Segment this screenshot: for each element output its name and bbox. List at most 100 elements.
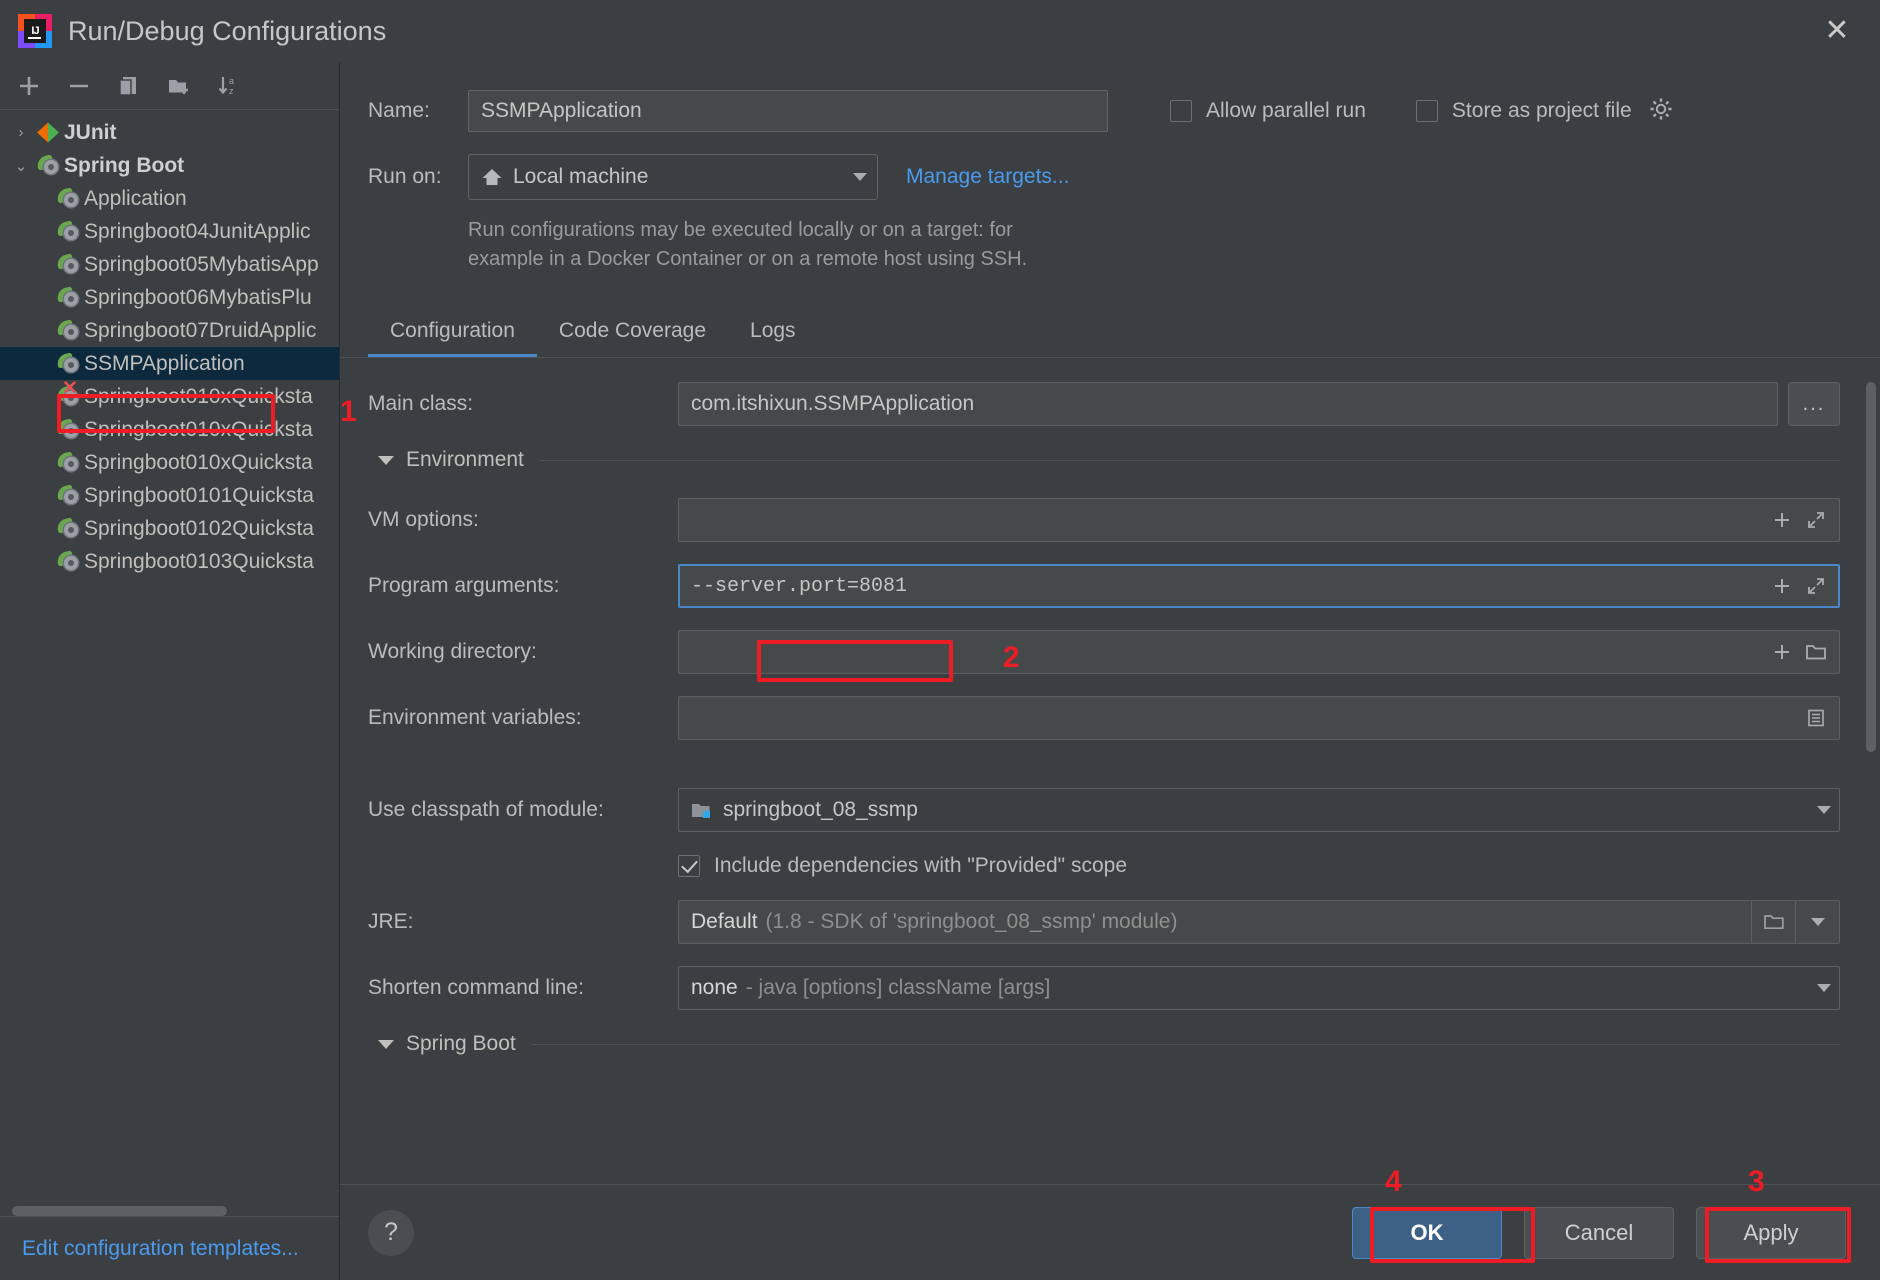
tree-group-spring-boot[interactable]: ⌄ Spring Boot xyxy=(0,149,339,182)
svg-text:z: z xyxy=(229,86,234,96)
tree-item-label: Application xyxy=(84,186,187,210)
help-icon[interactable]: ? xyxy=(368,1209,414,1256)
add-configuration-button[interactable] xyxy=(14,71,44,101)
plus-icon[interactable] xyxy=(1765,576,1799,596)
tree-item-springboot0102quickstart[interactable]: Springboot0102Quicksta xyxy=(0,512,339,545)
plus-icon[interactable] xyxy=(1765,642,1799,662)
tab-code-coverage[interactable]: Code Coverage xyxy=(537,319,728,357)
tree-item-springboot04junit[interactable]: Springboot04JunitApplic xyxy=(0,215,339,248)
dialog-body: a z › JUnit ⌄ Spring Boot Application Sp… xyxy=(0,62,1880,1280)
tree-item-label: Springboot04JunitApplic xyxy=(84,219,311,243)
checkbox-box xyxy=(1170,100,1192,122)
chevron-down-icon xyxy=(1817,806,1831,814)
intellij-logo-icon: IJ xyxy=(18,14,52,48)
list-icon[interactable] xyxy=(1799,708,1833,728)
tab-logs[interactable]: Logs xyxy=(728,319,818,357)
section-divider xyxy=(539,459,1840,461)
gear-icon[interactable] xyxy=(1648,96,1674,127)
run-on-description-line-1: Run configurations may be executed local… xyxy=(468,219,1013,241)
new-folder-button[interactable] xyxy=(164,71,194,101)
tree-item-springboot0103quickstart[interactable]: Springboot0103Quicksta xyxy=(0,545,339,578)
twisty-icon[interactable]: › xyxy=(8,124,34,141)
tree-item-application[interactable]: Application xyxy=(0,182,339,215)
plus-icon[interactable] xyxy=(1765,510,1799,530)
tree-item-springboot0101quickstart[interactable]: Springboot0101Quicksta xyxy=(0,479,339,512)
tree-horizontal-scrollbar[interactable] xyxy=(12,1206,227,1216)
spring-boot-icon xyxy=(54,219,84,243)
jre-dropdown[interactable]: Default (1.8 - SDK of 'springboot_08_ssm… xyxy=(678,900,1840,944)
jre-label: JRE: xyxy=(368,910,414,933)
tree-item-label: Springboot0101Quicksta xyxy=(84,483,314,507)
ok-button[interactable]: OK xyxy=(1352,1206,1502,1259)
classpath-module-dropdown[interactable]: springboot_08_ssmp xyxy=(678,788,1840,832)
run-on-dropdown[interactable]: Local machine xyxy=(468,154,878,200)
tree-item-springboot06mybatisplus[interactable]: Springboot06MybatisPlu xyxy=(0,281,339,314)
configurations-tree[interactable]: › JUnit ⌄ Spring Boot Application Spring… xyxy=(0,110,339,1216)
store-as-project-file-label: Store as project file xyxy=(1451,99,1632,122)
main-class-label: Main class: xyxy=(368,392,474,415)
cancel-button[interactable]: Cancel xyxy=(1524,1206,1674,1259)
include-provided-label: Include dependencies with "Provided" sco… xyxy=(714,854,1128,877)
working-directory-input[interactable] xyxy=(678,630,1840,674)
tree-group-junit[interactable]: › JUnit xyxy=(0,116,339,149)
folder-icon[interactable] xyxy=(1751,901,1795,943)
main-class-browse-button[interactable]: ... xyxy=(1788,382,1840,426)
classpath-module-row: Use classpath of module: springboot_08_s… xyxy=(368,788,1840,832)
spring-boot-icon xyxy=(54,450,84,474)
run-on-label: Run on: xyxy=(368,165,442,188)
twisty-icon[interactable]: ⌄ xyxy=(8,157,34,175)
spring-boot-icon: ✕ xyxy=(54,379,84,408)
spring-boot-icon xyxy=(54,351,84,375)
apply-button[interactable]: Apply xyxy=(1696,1206,1846,1259)
allow-parallel-run-checkbox[interactable]: Allow parallel run xyxy=(1170,99,1366,123)
tree-item-springboot010xquickstart-1[interactable]: ✕ Springboot010xQuicksta xyxy=(0,379,339,413)
spring-boot-section-label: Spring Boot xyxy=(406,1032,516,1055)
copy-configuration-button[interactable] xyxy=(114,71,144,101)
expand-icon[interactable] xyxy=(1799,576,1833,596)
name-input[interactable]: SSMPApplication xyxy=(468,90,1108,132)
spring-boot-icon xyxy=(54,483,84,507)
shorten-command-line-value: none xyxy=(691,976,738,999)
main-class-row: Main class: com.itshixun.SSMPApplication… xyxy=(368,382,1840,426)
jre-value-detail: (1.8 - SDK of 'springboot_08_ssmp' modul… xyxy=(765,910,1178,933)
configuration-vertical-scrollbar[interactable] xyxy=(1866,382,1876,752)
close-icon[interactable]: ✕ xyxy=(1816,10,1858,52)
dialog-title-bar: IJ Run/Debug Configurations ✕ xyxy=(0,0,1880,62)
junit-icon xyxy=(34,122,64,143)
tree-item-springboot07druid[interactable]: Springboot07DruidApplic xyxy=(0,314,339,347)
tree-item-springboot010xquickstart-3[interactable]: Springboot010xQuicksta xyxy=(0,446,339,479)
spring-boot-icon xyxy=(54,285,84,309)
vm-options-input[interactable] xyxy=(678,498,1840,542)
edit-configuration-templates-link[interactable]: Edit configuration templates... xyxy=(22,1237,299,1261)
chevron-down-icon[interactable] xyxy=(378,455,394,465)
configuration-scroll-area: Name: SSMPApplication Allow parallel run… xyxy=(340,62,1880,1184)
program-arguments-input[interactable]: --server.port=8081 xyxy=(678,564,1840,608)
include-provided-checkbox[interactable]: Include dependencies with "Provided" sco… xyxy=(678,854,1840,878)
tab-configuration[interactable]: Configuration xyxy=(368,319,537,357)
run-on-value: Local machine xyxy=(513,165,649,188)
tree-item-springboot05mybatis[interactable]: Springboot05MybatisApp xyxy=(0,248,339,281)
spring-boot-icon xyxy=(54,516,84,540)
shorten-command-line-row: Shorten command line: none - java [optio… xyxy=(368,966,1840,1010)
chevron-down-icon[interactable] xyxy=(1795,901,1839,943)
tree-item-springboot010xquickstart-2[interactable]: Springboot010xQuicksta xyxy=(0,413,339,446)
tree-item-ssmpapplication[interactable]: SSMPApplication xyxy=(0,347,339,380)
program-arguments-value: --server.port=8081 xyxy=(691,574,908,598)
main-class-input[interactable]: com.itshixun.SSMPApplication xyxy=(678,382,1778,426)
sort-alphabetical-icon[interactable]: a z xyxy=(214,71,244,101)
shorten-command-line-dropdown[interactable]: none - java [options] className [args] xyxy=(678,966,1840,1010)
store-as-project-file-checkbox[interactable]: Store as project file xyxy=(1415,99,1632,123)
folder-icon[interactable] xyxy=(1799,642,1833,662)
spring-boot-icon xyxy=(54,318,84,342)
expand-icon[interactable] xyxy=(1799,510,1833,530)
environment-variables-input[interactable] xyxy=(678,696,1840,740)
manage-targets-link[interactable]: Manage targets... xyxy=(906,165,1069,189)
working-directory-row: Working directory: xyxy=(368,630,1840,674)
spring-boot-icon xyxy=(34,153,64,177)
tree-footer: Edit configuration templates... xyxy=(0,1216,339,1280)
classpath-module-label: Use classpath of module: xyxy=(368,798,604,821)
logo-letters: IJ xyxy=(24,19,46,43)
remove-configuration-button[interactable] xyxy=(64,71,94,101)
jre-row: JRE: Default (1.8 - SDK of 'springboot_0… xyxy=(368,900,1840,944)
chevron-down-icon[interactable] xyxy=(378,1039,394,1049)
